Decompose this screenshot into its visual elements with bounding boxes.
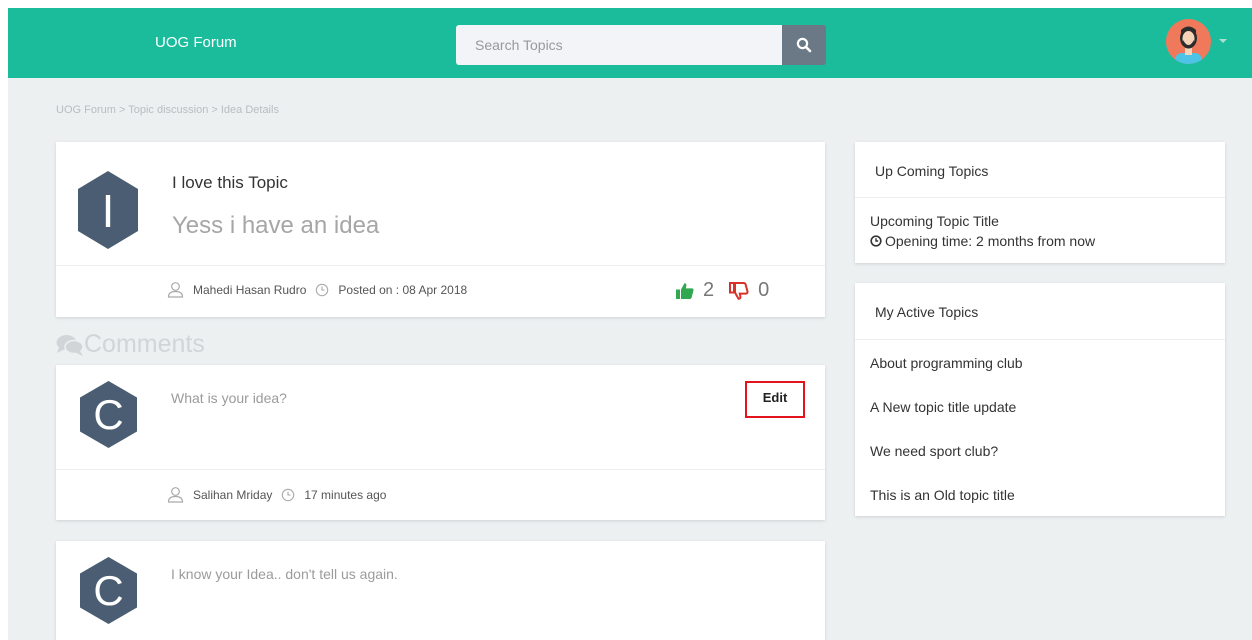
comment-card: C I know your Idea.. don't tell us again…: [56, 541, 825, 640]
comment-avatar: C: [80, 557, 137, 624]
comment-author[interactable]: Salihan Mriday: [193, 488, 272, 502]
post-card: I I love this Topic Yess i have an idea …: [56, 142, 825, 317]
comment-avatar: C: [80, 381, 137, 448]
brand-logo-link[interactable]: UOG Forum: [155, 34, 237, 51]
edit-button[interactable]: Edit: [745, 381, 805, 418]
vote-controls: 2 0: [675, 279, 769, 302]
like-count: 2: [703, 279, 715, 301]
post-meta: Mahedi Hasan Rudro Posted on : 08 Apr 20…: [167, 281, 467, 298]
divider: [855, 197, 1225, 198]
comment-avatar-letter: C: [93, 567, 123, 614]
search-button[interactable]: [782, 25, 826, 65]
post-body: Yess i have an idea: [172, 212, 380, 239]
dislike-count: 0: [758, 279, 770, 301]
user-avatar-icon: [1175, 26, 1202, 64]
active-topics-heading: My Active Topics: [875, 304, 979, 320]
upcoming-topics-heading: Up Coming Topics: [875, 163, 989, 179]
breadcrumb: UOG Forum > Topic discussion > Idea Deta…: [56, 104, 279, 116]
comment-card: C What is your idea? Edit Salihan Mriday…: [56, 365, 825, 520]
search-icon: [796, 37, 812, 53]
comments-title: Comments: [84, 330, 205, 358]
comments-icon: [56, 334, 84, 356]
clock-icon: [316, 283, 329, 296]
thumbs-up-icon[interactable]: [675, 282, 695, 300]
search-bar: [456, 25, 826, 65]
divider: [56, 265, 825, 266]
active-topic-item[interactable]: We need sport club?: [870, 443, 998, 459]
upcoming-topics-card: Up Coming Topics Upcoming Topic Title Op…: [855, 142, 1225, 263]
comment-text: I know your Idea.. don't tell us again.: [171, 566, 398, 582]
user-avatar[interactable]: [1166, 19, 1211, 64]
active-topic-item[interactable]: A New topic title update: [870, 399, 1016, 415]
comments-heading: Comments: [56, 330, 205, 359]
divider: [56, 469, 825, 470]
comment-meta: Salihan Mriday 17 minutes ago: [167, 486, 386, 503]
comment-text: What is your idea?: [171, 390, 287, 406]
opening-time-text: Opening time: 2 months from now: [885, 233, 1096, 249]
post-title: I love this Topic: [172, 173, 288, 192]
divider: [855, 339, 1225, 340]
page: UOG Forum Search Topics UOG Forum > Topi…: [8, 8, 1252, 640]
search-input[interactable]: [456, 25, 782, 65]
post-author[interactable]: Mahedi Hasan Rudro: [193, 283, 306, 297]
active-topics-card: My Active Topics About programming club …: [855, 283, 1225, 516]
post-date: Posted on : 08 Apr 2018: [338, 282, 468, 297]
active-topic-item[interactable]: This is an Old topic title: [870, 487, 1015, 503]
comment-time: 17 minutes ago: [304, 487, 387, 502]
clock-icon: [282, 488, 295, 501]
chevron-down-icon[interactable]: [1219, 39, 1227, 43]
top-navbar: UOG Forum: [8, 8, 1252, 78]
user-menu[interactable]: [1166, 19, 1236, 65]
thumbs-down-icon[interactable]: [729, 281, 749, 300]
user-icon: [167, 487, 184, 503]
comment-avatar-letter: C: [93, 391, 123, 438]
post-avatar-letter: I: [102, 185, 115, 237]
upcoming-topic-title[interactable]: Upcoming Topic Title: [870, 213, 999, 229]
post-avatar: I: [78, 171, 138, 249]
upcoming-topic-opening: Opening time: 2 months from now: [870, 233, 1095, 249]
active-topic-item[interactable]: About programming club: [870, 355, 1023, 371]
clock-icon: [870, 235, 882, 247]
user-icon: [167, 282, 184, 298]
